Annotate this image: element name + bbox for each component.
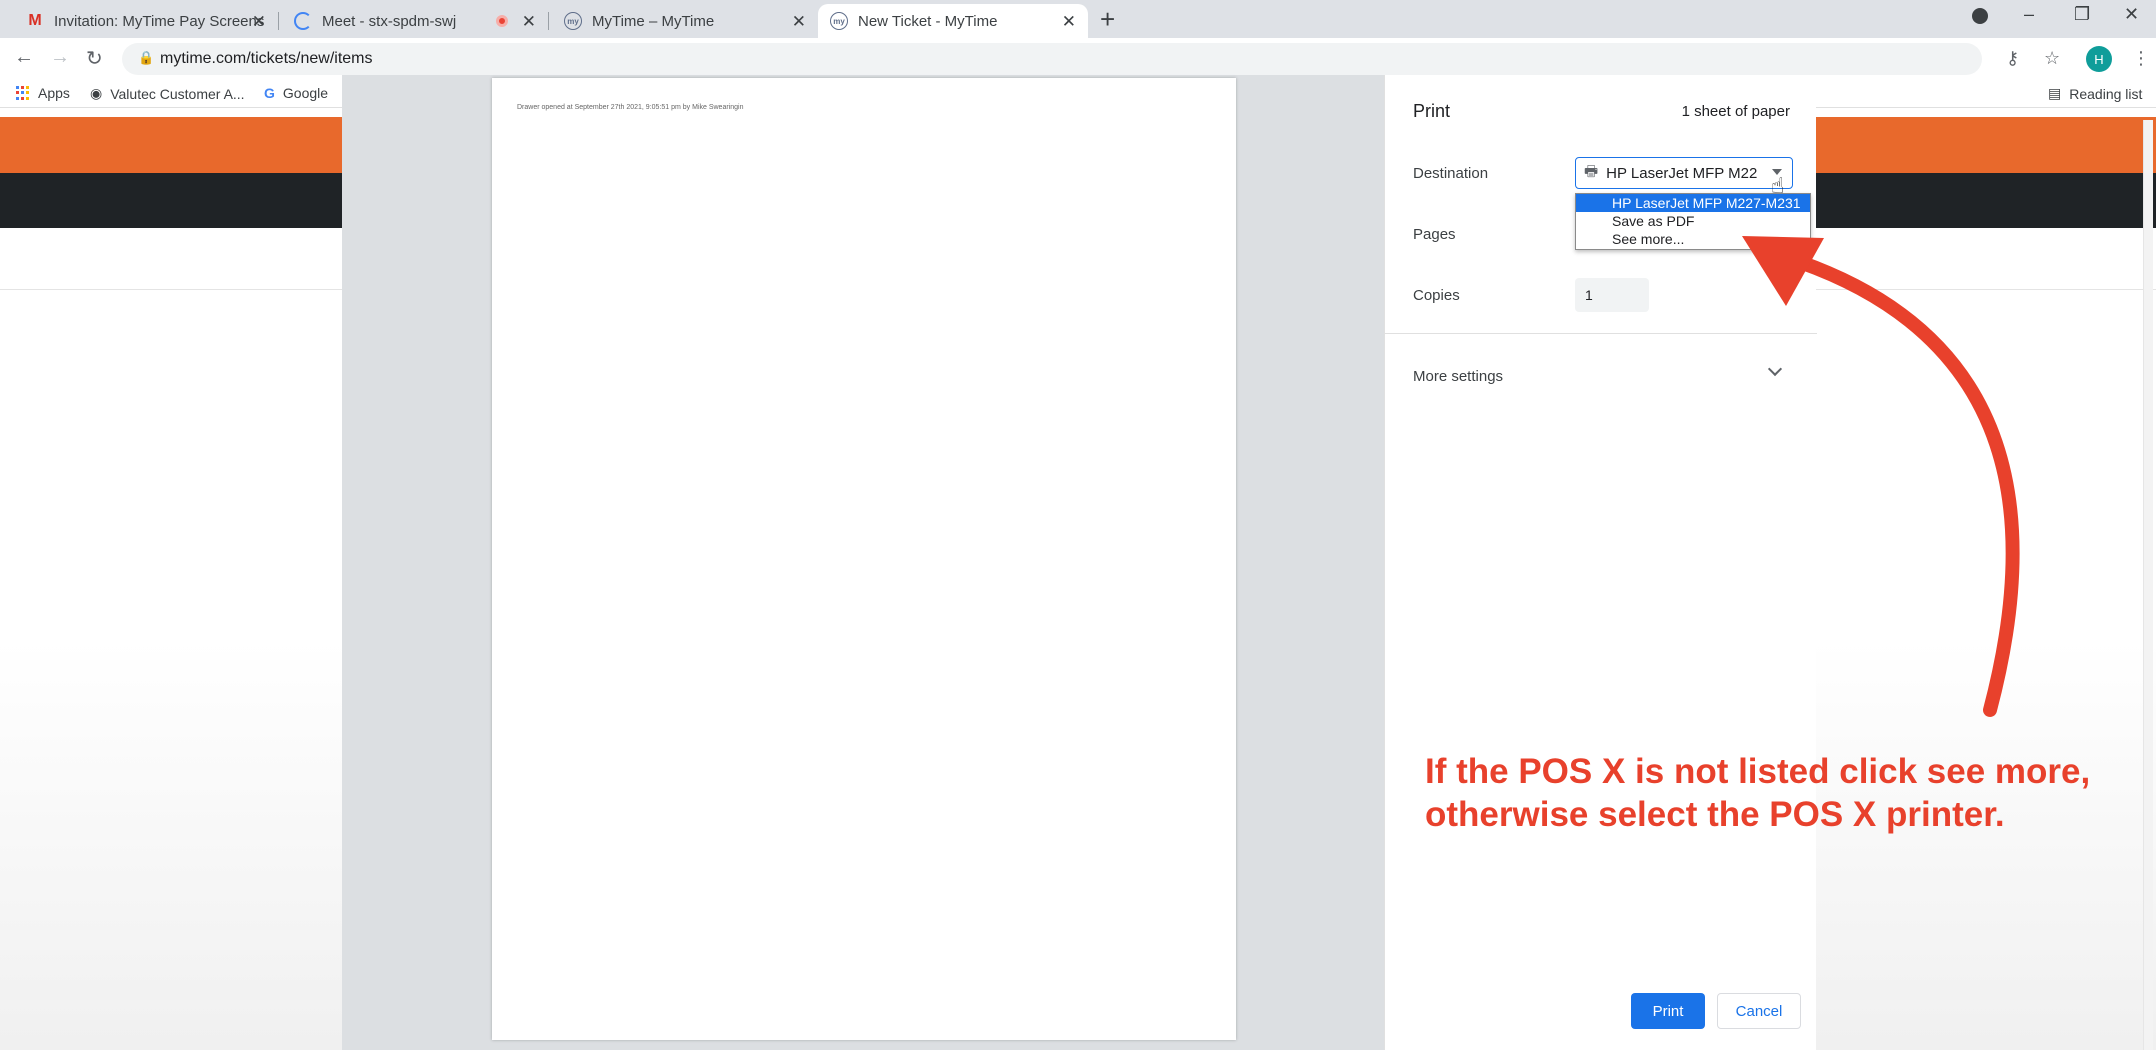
page-scrollbar[interactable] xyxy=(2143,120,2153,1050)
tab-title: New Ticket - MyTime xyxy=(858,12,998,30)
back-arrow-icon[interactable]: ← xyxy=(14,46,34,69)
key-icon[interactable]: ⚷ xyxy=(2006,48,2019,69)
new-tab-button[interactable]: + xyxy=(1100,4,1115,35)
annotation-line-1: If the POS X is not listed click see mor… xyxy=(1425,752,2091,791)
bookmark-label: Google xyxy=(282,85,329,101)
close-icon[interactable]: ✕ xyxy=(522,12,536,32)
browser-tab-strip: M Invitation: MyTime Pay Screensh ✕ Meet… xyxy=(0,0,2156,38)
print-button[interactable]: Print xyxy=(1631,993,1705,1029)
copies-label: Copies xyxy=(1413,287,1460,304)
bookmark-apps[interactable]: Apps xyxy=(16,85,70,101)
preview-text: Drawer opened at September 27th 2021, 9:… xyxy=(517,104,744,111)
destination-value: HP LaserJet MFP M22 xyxy=(1606,164,1758,182)
option-save-as-pdf[interactable]: Save as PDF xyxy=(1576,212,1810,230)
forward-arrow-icon[interactable]: → xyxy=(50,46,70,69)
bookmark-label: Apps xyxy=(38,85,70,101)
profile-avatar[interactable]: H xyxy=(2086,46,2112,72)
tab-mytime[interactable]: my MyTime – MyTime ✕ xyxy=(552,4,818,38)
bookmark-valutec[interactable]: ◉ Valutec Customer A... xyxy=(90,85,245,102)
hand-cursor-icon: ☝ xyxy=(1771,173,1785,198)
printer-icon: 🖶 xyxy=(1584,162,1599,180)
close-icon[interactable]: ✕ xyxy=(252,12,266,32)
reading-list-icon: ▤ xyxy=(2048,85,2062,101)
reload-icon[interactable]: ↻ xyxy=(86,46,103,71)
annotation-line-2: otherwise select the POS X printer. xyxy=(1425,795,2005,834)
apps-grid-icon xyxy=(16,86,30,100)
star-icon[interactable]: ☆ xyxy=(2044,48,2060,69)
pages-label: Pages xyxy=(1413,226,1456,243)
annotation-text: If the POS X is not listed click see mor… xyxy=(1425,750,2145,836)
window-close-icon[interactable]: ✕ xyxy=(2124,4,2139,25)
print-settings-panel: Print 1 sheet of paper Destination 🖶 HP … xyxy=(1384,75,1817,1050)
tab-title: Invitation: MyTime Pay Screensh xyxy=(54,12,264,30)
meet-icon xyxy=(294,12,312,30)
tab-title: MyTime – MyTime xyxy=(592,12,715,30)
more-settings-label[interactable]: More settings xyxy=(1413,368,1503,385)
globe-icon: ◉ xyxy=(90,85,103,101)
tab-new-ticket[interactable]: my New Ticket - MyTime ✕ xyxy=(818,4,1088,38)
tab-separator xyxy=(278,12,279,30)
destination-label: Destination xyxy=(1413,165,1489,182)
close-icon[interactable]: ✕ xyxy=(1062,12,1076,32)
close-icon[interactable]: ✕ xyxy=(792,12,806,32)
mytime-icon: my xyxy=(564,12,582,30)
address-bar[interactable]: 🔒 mytime.com/tickets/new/items xyxy=(122,43,1982,75)
tab-meet[interactable]: Meet - stx-spdm-swj ✕ xyxy=(282,4,549,38)
bookmark-google[interactable]: G Google xyxy=(264,85,328,101)
destination-dropdown: HP LaserJet MFP M227-M231 Save as PDF Se… xyxy=(1575,193,1811,250)
print-title: Print xyxy=(1413,101,1451,121)
reading-list[interactable]: ▤ Reading list xyxy=(2048,85,2142,102)
reading-list-label: Reading list xyxy=(2069,85,2143,102)
copies-input[interactable]: 1 xyxy=(1575,278,1649,312)
url-text: mytime.com/tickets/new/items xyxy=(160,50,373,67)
bookmark-label: Valutec Customer A... xyxy=(110,85,245,102)
option-see-more[interactable]: See more... xyxy=(1576,230,1810,248)
google-icon: G xyxy=(264,85,275,101)
browser-toolbar: ← → ↻ 🔒 mytime.com/tickets/new/items ⚷ ☆… xyxy=(0,38,2156,80)
gmail-icon: M xyxy=(28,12,42,29)
lock-icon: 🔒 xyxy=(138,50,155,65)
cancel-button[interactable]: Cancel xyxy=(1717,993,1801,1029)
destination-select[interactable]: 🖶 HP LaserJet MFP M22 xyxy=(1575,157,1793,189)
preview-sheet: Drawer opened at September 27th 2021, 9:… xyxy=(492,78,1236,1040)
chevron-down-icon[interactable] xyxy=(1767,361,1783,377)
tab-title: Meet - stx-spdm-swj xyxy=(322,12,457,30)
menu-kebab-icon[interactable]: ⋮ xyxy=(2132,48,2150,69)
tab-search-icon[interactable] xyxy=(1972,8,1988,24)
tab-separator xyxy=(548,12,549,30)
minimize-icon[interactable]: – xyxy=(2024,4,2034,25)
mytime-icon: my xyxy=(830,12,848,30)
settings-divider xyxy=(1385,333,1817,334)
sheet-count: 1 sheet of paper xyxy=(1681,103,1790,120)
restore-icon[interactable]: ❐ xyxy=(2074,4,2090,25)
tab-invitation[interactable]: M Invitation: MyTime Pay Screensh ✕ xyxy=(14,4,279,38)
recording-icon xyxy=(496,15,508,27)
